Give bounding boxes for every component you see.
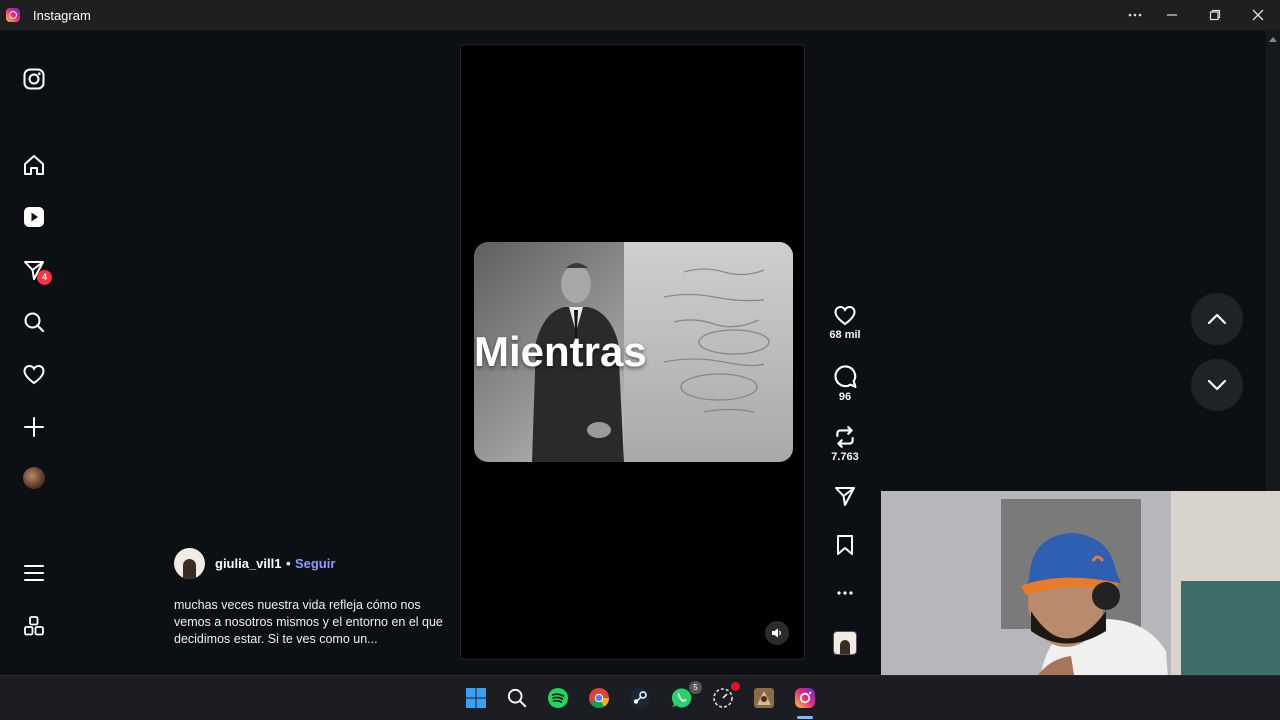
chevron-up-icon [1207,313,1227,325]
chalkboard-image [624,242,793,462]
messages-badge: 4 [37,270,52,285]
instagram-taskbar-icon[interactable] [793,686,817,710]
reel-video-frame[interactable]: Mientras [474,242,793,462]
save-action[interactable] [825,534,865,556]
bookmark-icon[interactable] [834,534,856,556]
repost-action[interactable]: 7.763 [825,425,865,463]
active-indicator [797,716,813,719]
more-dots-icon[interactable] [836,588,854,598]
window-title: Instagram [33,8,91,23]
menu-icon[interactable] [22,561,46,585]
whatsapp-badge: 5 [689,681,702,694]
share-action[interactable] [825,485,865,507]
reel-overlay-text: Mientras [474,328,647,375]
profile-avatar[interactable] [23,467,45,489]
speedtest-icon[interactable] [711,682,740,710]
audio-avatar [833,631,857,655]
reel-player[interactable]: Mientras [460,44,805,660]
share-send-icon[interactable] [834,485,856,507]
messages-icon[interactable]: 4 [22,258,52,285]
reposts-count: 7.763 [831,451,859,463]
author-avatar[interactable] [174,548,205,579]
game-app-icon[interactable] [752,686,776,710]
notification-dot [731,682,740,691]
more-action[interactable] [825,588,865,598]
comments-count: 96 [838,391,852,403]
caption-text[interactable]: muchas veces nuestra vida refleja cómo n… [174,597,444,648]
more-apps-icon[interactable] [22,614,46,638]
restore-button[interactable] [1193,0,1237,30]
search-taskbar-icon[interactable] [505,686,529,710]
repost-icon[interactable] [833,425,857,449]
instagram-logo-icon[interactable] [22,67,46,91]
reel-caption: giulia_vill1 • Seguir muchas veces nuest… [174,548,444,648]
search-icon[interactable] [22,310,46,334]
scrollbar[interactable] [1266,30,1280,491]
create-plus-icon[interactable] [22,415,46,439]
whatsapp-icon[interactable]: 5 [670,681,702,710]
sidebar: 4 [0,30,68,675]
comment-icon[interactable] [833,365,857,389]
comment-action[interactable]: 96 [825,365,865,403]
notifications-heart-icon[interactable] [22,363,46,387]
close-button[interactable] [1236,0,1280,30]
spotify-icon[interactable] [546,686,570,710]
previous-reel-button[interactable] [1191,293,1243,345]
audio-thumbnail[interactable] [825,631,865,655]
follow-button[interactable]: Seguir [295,556,335,571]
separator-dot: • [285,555,291,571]
author-row: giulia_vill1 • Seguir [174,548,444,579]
minimize-button[interactable] [1150,0,1194,30]
windows-start-icon[interactable] [464,686,488,710]
next-reel-button[interactable] [1191,359,1243,411]
instagram-app-icon [6,8,20,22]
author-username[interactable]: giulia_vill1 [215,556,281,571]
reels-icon[interactable] [22,205,46,229]
home-icon[interactable] [22,153,46,177]
chevron-down-icon [1207,379,1227,391]
title-bar: Instagram [0,0,1280,30]
taskbar: 5 [0,675,1280,720]
mute-button[interactable] [765,621,789,645]
chrome-icon[interactable] [587,686,611,710]
likes-count: 68 mil [829,329,861,341]
steam-icon[interactable] [628,686,652,710]
like-heart-icon[interactable] [833,305,857,327]
like-action[interactable]: 68 mil [825,305,865,341]
